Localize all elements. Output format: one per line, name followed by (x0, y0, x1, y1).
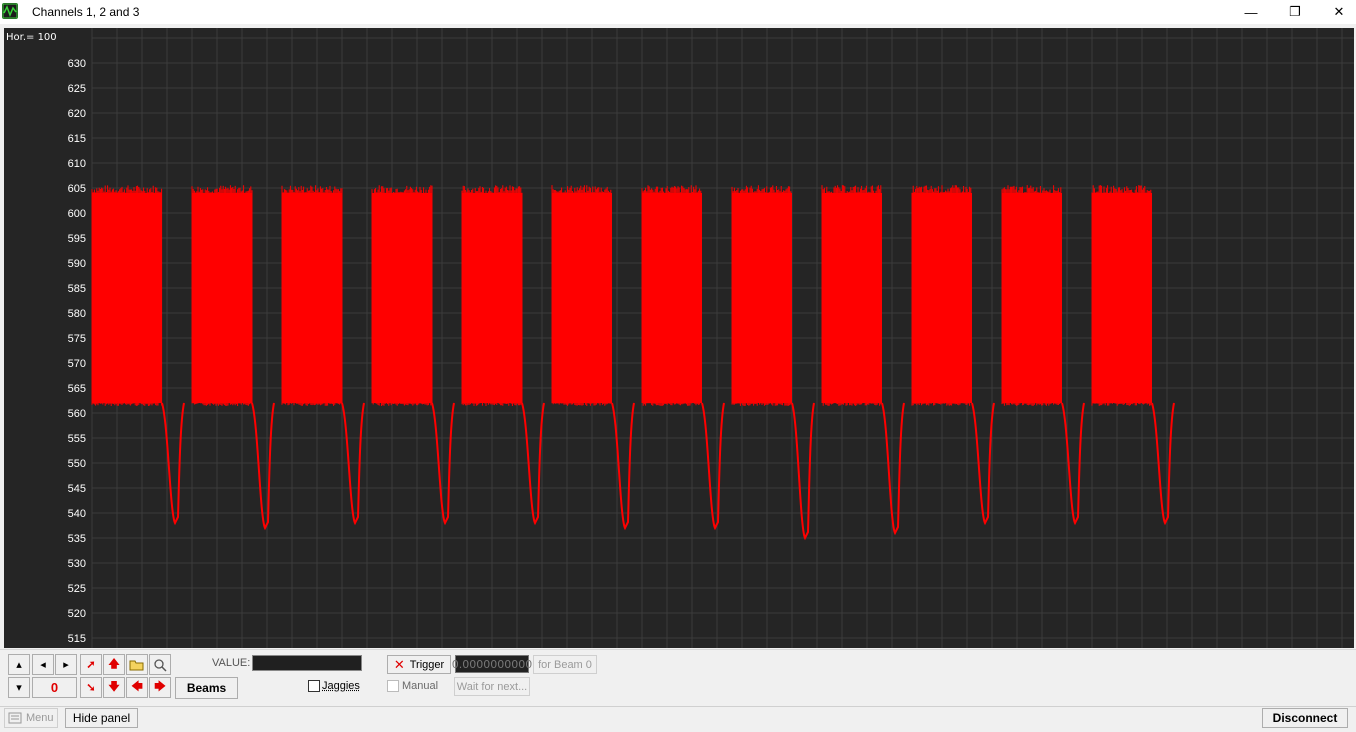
oscilloscope-icon (2, 3, 18, 19)
y-tick-label: 630 (68, 58, 86, 70)
scroll-right-button[interactable]: ▸ (55, 654, 77, 675)
manual-checkbox[interactable] (387, 680, 399, 692)
signal-cycle (1002, 185, 1084, 523)
menu-icon (8, 712, 22, 724)
y-tick-label: 575 (68, 333, 86, 345)
y-tick-label: 615 (68, 133, 86, 145)
y-tick-label: 560 (68, 408, 86, 420)
wait-for-next-button[interactable]: Wait for next... (454, 677, 530, 696)
signal-cycle (282, 185, 364, 523)
trigger-label: Trigger (410, 659, 444, 671)
menu-button[interactable]: Menu (4, 708, 58, 728)
y-tick-label: 565 (68, 383, 86, 395)
manual-label: Manual (402, 680, 438, 692)
signal-graph: 630 625 620 615 610 605 600 595 590 585 580 575 570 5… (4, 28, 1354, 648)
arrow-left-icon[interactable]: 🡄 (126, 677, 148, 698)
horizontal-scale-label: Hor.= 100 (6, 32, 57, 43)
signal-cycle (552, 185, 634, 528)
counter-display[interactable]: 0 (32, 677, 77, 698)
value-label: VALUE: (212, 657, 250, 669)
y-tick-label: 540 (68, 508, 86, 520)
y-tick-label: 605 (68, 183, 86, 195)
arrow-right-icon[interactable]: 🡆 (149, 677, 171, 698)
disconnect-button[interactable]: Disconnect (1262, 708, 1348, 728)
trigger-value-field[interactable]: 0.0000000000 (455, 655, 529, 673)
status-bar (0, 706, 1356, 731)
y-tick-label: 625 (68, 83, 86, 95)
y-tick-label: 590 (68, 258, 86, 270)
for-beam-button[interactable]: for Beam 0 (533, 655, 597, 674)
beams-button[interactable]: Beams (175, 677, 238, 699)
x-icon: ✕ (394, 657, 405, 673)
y-tick-label: 595 (68, 233, 86, 245)
y-tick-label: 545 (68, 483, 86, 495)
hide-panel-button[interactable]: Hide panel (65, 708, 138, 728)
y-tick-label: 580 (68, 308, 86, 320)
signal-cycle (192, 185, 274, 528)
title-bar: Channels 1, 2 and 3 — ❐ ✕ (0, 0, 1356, 24)
trigger-button[interactable]: ✕ Trigger (387, 655, 451, 674)
signal-cycle (642, 185, 724, 528)
arrow-up-icon[interactable]: 🡅 (103, 654, 125, 675)
arrow-down-icon[interactable]: 🡇 (103, 677, 125, 698)
y-tick-label: 535 (68, 533, 86, 545)
y-tick-label: 600 (68, 208, 86, 220)
y-tick-label: 515 (68, 633, 86, 645)
y-tick-label: 570 (68, 358, 86, 370)
signal-cycle (1092, 185, 1174, 523)
signal-cycle (912, 185, 994, 523)
signal-cycle (92, 185, 184, 523)
jaggies-label: Jaggies (322, 680, 360, 692)
y-tick-label: 555 (68, 433, 86, 445)
y-tick-label: 550 (68, 458, 86, 470)
minimize-button[interactable]: — (1228, 0, 1274, 24)
y-tick-label: 610 (68, 158, 86, 170)
diagonal-down-icon[interactable]: ➘ (80, 677, 102, 698)
jaggies-checkbox[interactable] (308, 680, 320, 692)
restore-button[interactable]: ❐ (1272, 0, 1318, 24)
open-folder-icon[interactable] (126, 654, 148, 675)
y-tick-label: 585 (68, 283, 86, 295)
y-tick-label: 620 (68, 108, 86, 120)
window-title: Channels 1, 2 and 3 (32, 5, 139, 19)
y-tick-label: 530 (68, 558, 86, 570)
y-tick-label: 520 (68, 608, 86, 620)
menu-label: Menu (26, 712, 54, 724)
y-tick-label: 525 (68, 583, 86, 595)
scroll-left-button[interactable]: ◂ (32, 654, 54, 675)
value-display (252, 655, 362, 671)
grid-lines (92, 28, 1354, 648)
diagonal-up-icon[interactable]: ➚ (80, 654, 102, 675)
signal-cycle (462, 185, 544, 523)
oscilloscope-plot[interactable]: 630 625 620 615 610 605 600 595 590 585 580 575 570 5… (4, 28, 1354, 648)
zoom-icon[interactable] (149, 654, 171, 675)
close-button[interactable]: ✕ (1316, 0, 1356, 24)
scroll-up-button[interactable]: ▴ (8, 654, 30, 675)
scroll-down-button[interactable]: ▾ (8, 677, 30, 698)
